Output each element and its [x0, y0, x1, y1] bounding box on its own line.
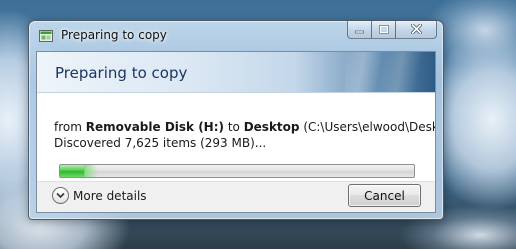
desktop-background: { "window": { "title": "Preparing to cop… [0, 0, 516, 249]
more-details-label: More details [73, 188, 147, 203]
progress-fill [60, 165, 85, 177]
window-title: Preparing to copy [61, 28, 167, 42]
maximize-icon [378, 23, 389, 37]
close-icon [410, 22, 422, 37]
minimize-icon [355, 23, 364, 37]
cancel-button[interactable]: Cancel [348, 184, 421, 207]
dialog-content: Preparing to copy from Removable Disk (H… [36, 51, 436, 213]
close-button[interactable] [395, 21, 437, 39]
header-decoration [345, 52, 435, 92]
main-instruction: Preparing to copy [55, 64, 188, 82]
discovered-status: Discovered 7,625 items (293 MB)... [54, 136, 267, 150]
destination-name: Desktop [243, 120, 300, 134]
copy-dialog-icon [39, 30, 53, 42]
copy-source-destination: from Removable Disk (H:) to Desktop (C:\… [54, 120, 435, 134]
more-details-toggle[interactable]: More details [52, 187, 147, 204]
to-word: to [224, 120, 244, 134]
progress-bar [59, 164, 415, 178]
chevron-down-circle-icon [52, 187, 69, 204]
minimize-button[interactable] [347, 21, 372, 39]
progress-glow [83, 165, 98, 177]
title-bar[interactable]: Preparing to copy [29, 21, 443, 51]
maximize-button[interactable] [371, 21, 396, 39]
from-prefix: from [54, 120, 86, 134]
copy-dialog-window: Preparing to copy Preparing to copy from… [28, 20, 444, 220]
caption-buttons [347, 21, 437, 40]
destination-path: (C:\Users\elwood\Desktop) [303, 120, 435, 134]
dialog-footer: More details Cancel [37, 181, 435, 212]
source-name: Removable Disk (H:) [85, 120, 225, 134]
